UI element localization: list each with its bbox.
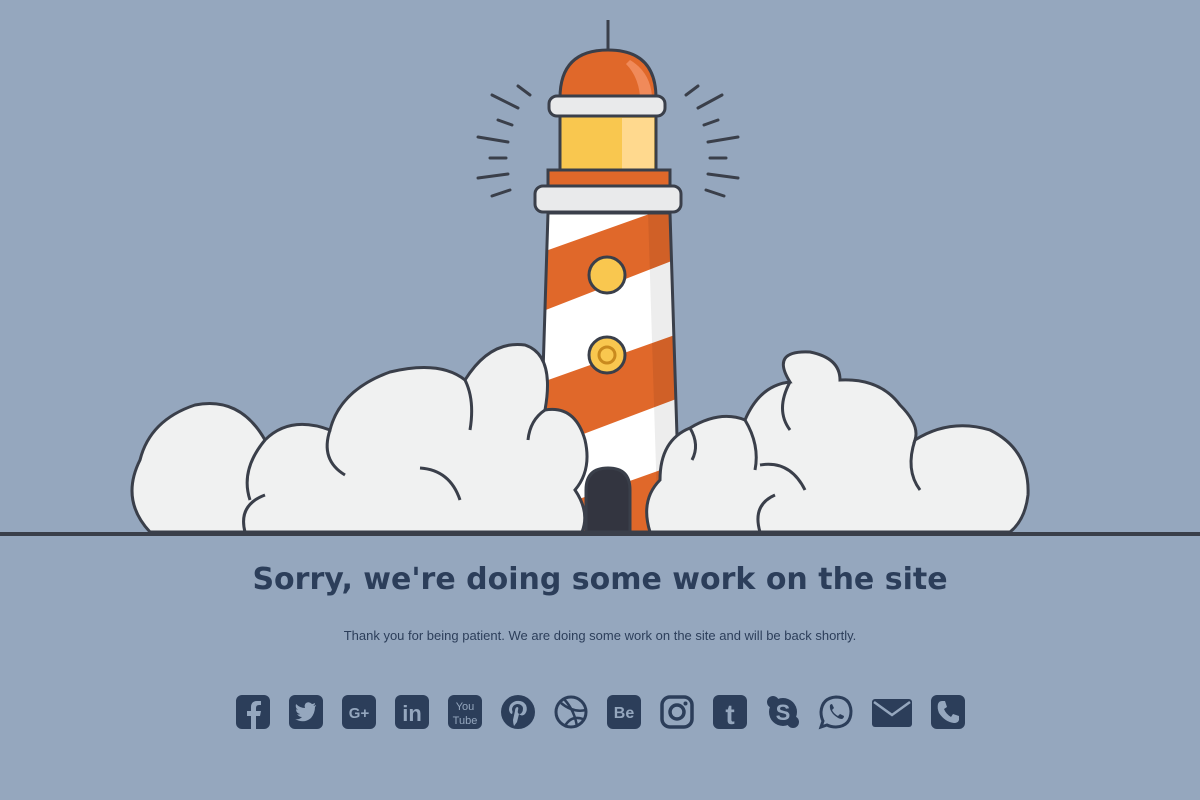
skype-link[interactable]: S — [765, 693, 801, 731]
page-message: Thank you for being patient. We are doin… — [343, 628, 857, 643]
linkedin-link[interactable]: in — [394, 693, 430, 731]
facebook-icon — [235, 695, 270, 729]
svg-text:Tube: Tube — [452, 715, 477, 727]
twitter-icon — [288, 695, 323, 729]
right-clouds — [645, 350, 1030, 534]
tumblr-icon: t — [712, 695, 747, 730]
youtube-link[interactable]: You Tube — [447, 693, 483, 731]
email-icon — [871, 699, 912, 727]
twitter-link[interactable] — [288, 693, 324, 731]
instagram-icon — [659, 695, 694, 729]
linkedin-icon: in — [394, 695, 429, 729]
google-plus-icon: G+ — [341, 695, 376, 729]
dribbble-link[interactable] — [553, 693, 589, 731]
svg-text:Be: Be — [613, 705, 634, 722]
svg-text:You: You — [455, 701, 474, 713]
facebook-link[interactable] — [235, 693, 271, 731]
svg-text:in: in — [402, 701, 422, 726]
instagram-link[interactable] — [659, 693, 695, 731]
pinterest-link[interactable] — [500, 693, 536, 731]
skype-icon: S — [766, 696, 799, 728]
google-plus-link[interactable]: G+ — [341, 693, 377, 731]
social-links: G+ in You Tube Be t S — [0, 693, 1200, 731]
svg-text:t: t — [725, 699, 734, 730]
phone-link[interactable] — [930, 693, 966, 731]
tumblr-link[interactable]: t — [712, 693, 748, 731]
youtube-icon: You Tube — [447, 695, 482, 729]
maintenance-page: Sorry, we're doing some work on the site… — [0, 0, 1200, 800]
left-clouds — [130, 342, 589, 534]
phone-icon — [930, 695, 965, 729]
behance-icon: Be — [606, 695, 641, 729]
page-title: Sorry, we're doing some work on the site — [252, 562, 948, 597]
whatsapp-icon — [818, 695, 853, 730]
dribbble-icon — [554, 695, 587, 729]
pinterest-icon — [500, 695, 535, 729]
whatsapp-link[interactable] — [818, 693, 854, 731]
behance-link[interactable]: Be — [606, 693, 642, 731]
svg-text:S: S — [775, 700, 790, 725]
email-link[interactable] — [871, 693, 913, 731]
svg-text:G+: G+ — [348, 705, 369, 722]
lighthouse-illustration — [0, 20, 1200, 536]
